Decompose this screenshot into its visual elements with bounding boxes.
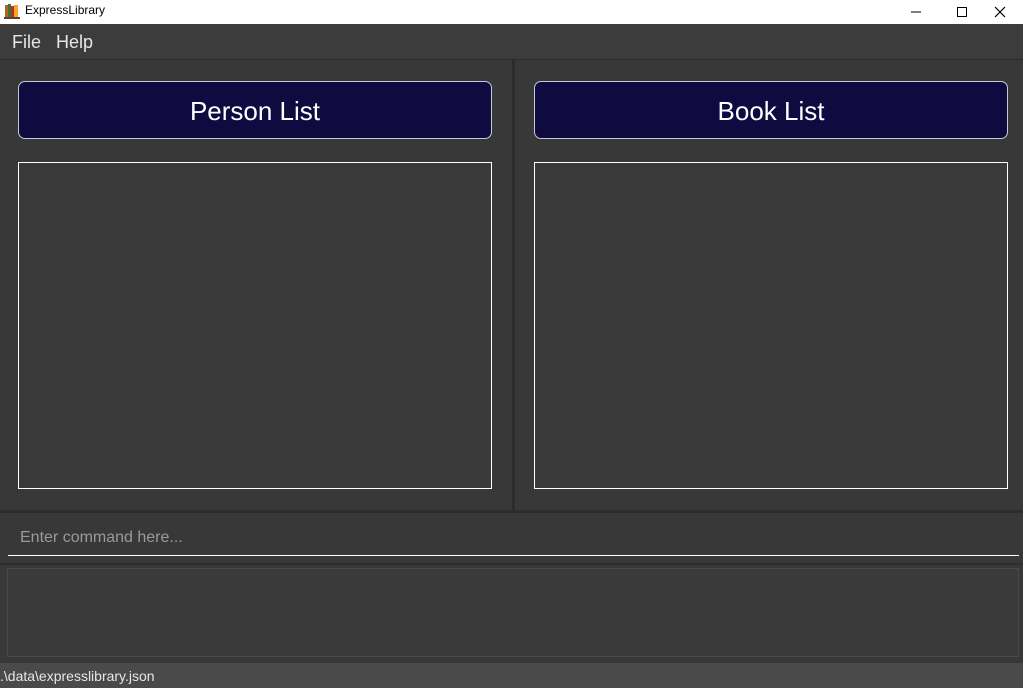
window-title: ExpressLibrary — [25, 3, 106, 17]
save-location: .\data\expresslibrary.json — [0, 668, 155, 684]
minimize-button[interactable] — [893, 0, 939, 24]
menu-help[interactable]: Help — [56, 32, 93, 52]
result-display[interactable] — [7, 568, 1019, 657]
menu-bar: File Help — [0, 24, 1023, 60]
book-list-view[interactable] — [534, 162, 1008, 489]
command-input[interactable] — [8, 520, 1019, 556]
title-bar: ExpressLibrary — [0, 0, 1023, 24]
books-icon — [4, 3, 20, 19]
status-bar: .\data\expresslibrary.json — [0, 663, 1023, 688]
person-list-view[interactable] — [18, 162, 492, 489]
menu-file[interactable]: File — [12, 32, 41, 52]
maximize-icon — [957, 7, 967, 17]
close-button[interactable] — [977, 0, 1023, 24]
close-icon — [994, 6, 1006, 18]
person-list-header: Person List — [18, 81, 492, 139]
minimize-icon — [911, 11, 921, 13]
book-list-header: Book List — [534, 81, 1008, 139]
command-divider — [0, 563, 1023, 565]
